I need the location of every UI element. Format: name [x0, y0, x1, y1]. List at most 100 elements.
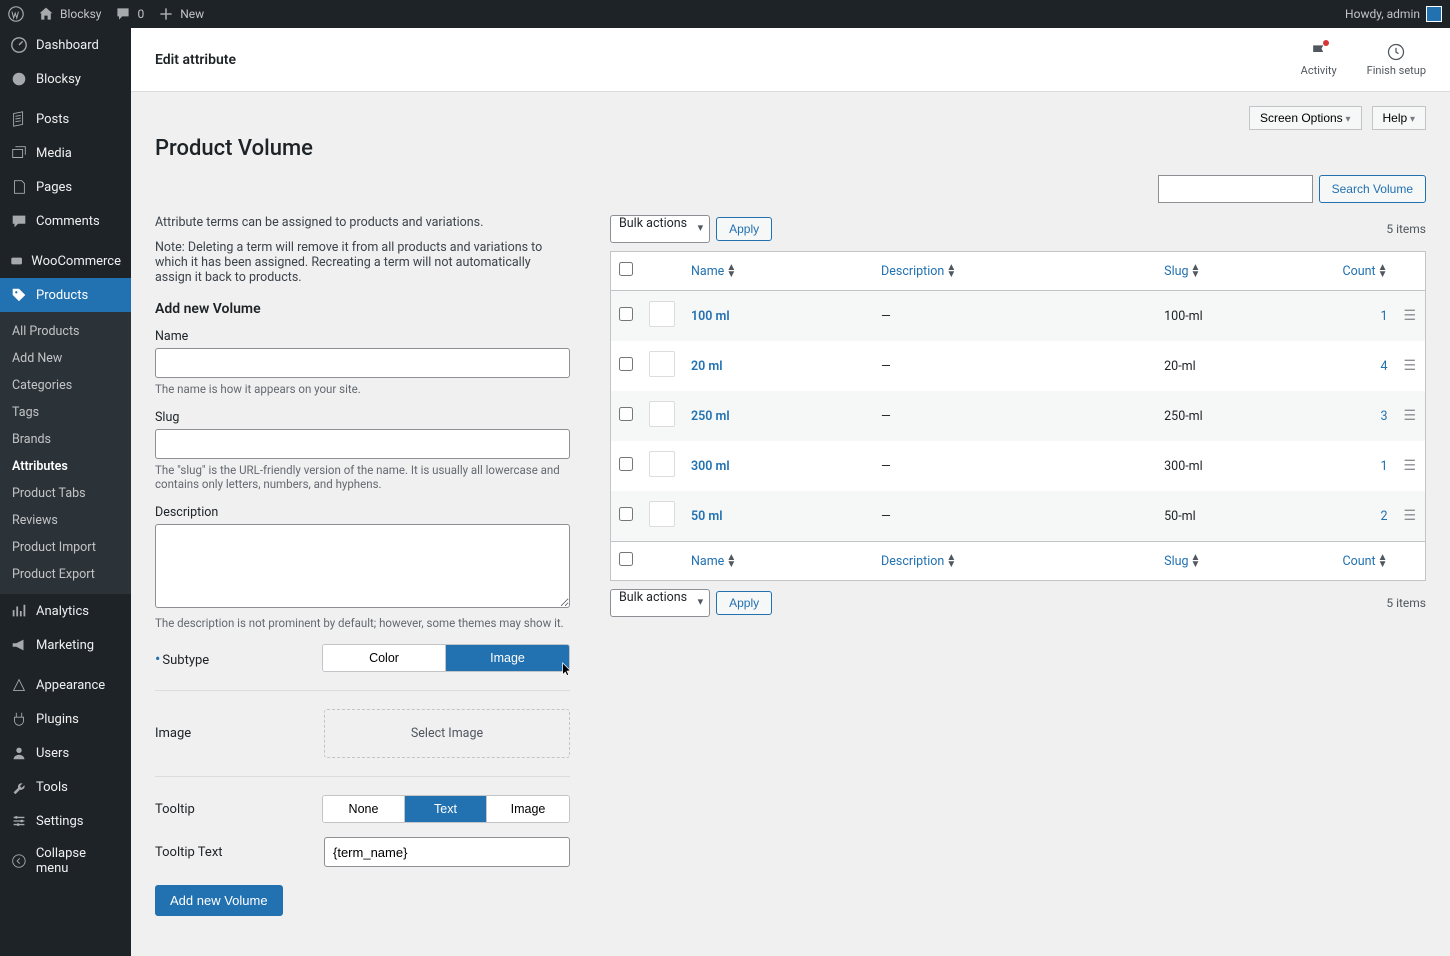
drag-handle-icon[interactable]: ☰ — [1404, 458, 1417, 474]
drag-handle-icon[interactable]: ☰ — [1404, 508, 1417, 524]
apply-button-bottom[interactable]: Apply — [716, 591, 772, 615]
wp-logo[interactable] — [8, 6, 24, 22]
sidebar-marketing[interactable]: Marketing — [0, 628, 131, 662]
term-slug: 250-ml — [1156, 391, 1325, 441]
finish-setup-button[interactable]: Finish setup — [1367, 42, 1426, 77]
sub-reviews[interactable]: Reviews — [0, 507, 131, 534]
name-input[interactable] — [155, 348, 570, 378]
col-count[interactable]: Count — [1342, 264, 1375, 279]
subtype-color-button[interactable]: Color — [323, 645, 446, 671]
sidebar-pages[interactable]: Pages — [0, 170, 131, 204]
tooltip-text-input[interactable] — [324, 837, 570, 867]
sub-all-products[interactable]: All Products — [0, 318, 131, 345]
sidebar-media[interactable]: Media — [0, 136, 131, 170]
sidebar-woocommerce[interactable]: WooCommerce — [0, 244, 131, 278]
sidebar-label: Analytics — [36, 604, 89, 619]
sidebar-appearance[interactable]: Appearance — [0, 668, 131, 702]
apply-button-top[interactable]: Apply — [716, 217, 772, 241]
bulk-actions-select-top[interactable]: Bulk actions — [610, 215, 710, 243]
bulk-actions-select-bottom[interactable]: Bulk actions — [610, 589, 710, 617]
desc-input[interactable] — [155, 524, 570, 608]
col-slug[interactable]: Slug — [1164, 264, 1188, 279]
sidebar-products[interactable]: Products — [0, 278, 131, 312]
term-name-link[interactable]: 20 ml — [691, 359, 723, 374]
term-count-link[interactable]: 3 — [1380, 409, 1387, 424]
select-image-button[interactable]: Select Image — [324, 709, 570, 758]
sub-attributes[interactable]: Attributes — [0, 453, 131, 480]
new-link[interactable]: New — [158, 6, 204, 22]
submit-button[interactable]: Add new Volume — [155, 885, 283, 916]
activity-button[interactable]: Activity — [1301, 42, 1337, 77]
site-name: Blocksy — [60, 7, 101, 21]
sidebar-users[interactable]: Users — [0, 736, 131, 770]
term-count-link[interactable]: 1 — [1380, 459, 1387, 474]
slug-input[interactable] — [155, 429, 570, 459]
search-button[interactable]: Search Volume — [1319, 175, 1426, 203]
tooltip-image-button[interactable]: Image — [487, 796, 569, 822]
tooltip-none-button[interactable]: None — [323, 796, 405, 822]
terms-table: Name▲▼ Description▲▼ Slug▲▼ Count▲▼ 100 … — [610, 251, 1426, 581]
subtype-label: Subtype — [162, 653, 209, 668]
select-all-top[interactable] — [619, 262, 633, 276]
drag-handle-icon[interactable]: ☰ — [1404, 358, 1417, 374]
sidebar-blocksy[interactable]: Blocksy — [0, 62, 131, 96]
topbar-title: Edit attribute — [155, 52, 236, 68]
sort-icon: ▲▼ — [1191, 554, 1201, 568]
intro-text: Attribute terms can be assigned to produ… — [155, 215, 570, 230]
sub-add-new[interactable]: Add New — [0, 345, 131, 372]
items-count-bottom: 5 items — [1386, 596, 1426, 610]
tooltip-text-button[interactable]: Text — [405, 796, 487, 822]
sort-icon: ▲▼ — [946, 554, 956, 568]
term-count-link[interactable]: 4 — [1380, 359, 1387, 374]
screen-options-tab[interactable]: Screen Options — [1249, 106, 1362, 130]
sub-product-tabs[interactable]: Product Tabs — [0, 480, 131, 507]
sidebar-plugins[interactable]: Plugins — [0, 702, 131, 736]
row-checkbox[interactable] — [619, 307, 633, 321]
sidebar-posts[interactable]: Posts — [0, 102, 131, 136]
help-tab[interactable]: Help — [1372, 106, 1427, 130]
subtype-image-button[interactable]: Image — [446, 645, 569, 671]
term-thumbnail — [649, 401, 675, 427]
drag-handle-icon[interactable]: ☰ — [1404, 308, 1417, 324]
finish-label: Finish setup — [1367, 64, 1426, 77]
row-checkbox[interactable] — [619, 457, 633, 471]
sub-import[interactable]: Product Import — [0, 534, 131, 561]
col-name[interactable]: Name — [691, 554, 724, 569]
sub-categories[interactable]: Categories — [0, 372, 131, 399]
sidebar-collapse[interactable]: Collapse menu — [0, 838, 131, 884]
sub-brands[interactable]: Brands — [0, 426, 131, 453]
drag-handle-icon[interactable]: ☰ — [1404, 408, 1417, 424]
sidebar-dashboard[interactable]: Dashboard — [0, 28, 131, 62]
sidebar-settings[interactable]: Settings — [0, 804, 131, 838]
select-all-bottom[interactable] — [619, 552, 633, 566]
term-name-link[interactable]: 50 ml — [691, 509, 723, 524]
col-count[interactable]: Count — [1342, 554, 1375, 569]
row-checkbox[interactable] — [619, 507, 633, 521]
search-input[interactable] — [1158, 175, 1313, 203]
howdy-link[interactable]: Howdy, admin — [1345, 6, 1442, 22]
col-desc[interactable]: Description — [881, 554, 944, 569]
row-checkbox[interactable] — [619, 407, 633, 421]
sidebar-comments[interactable]: Comments — [0, 204, 131, 238]
comments-link[interactable]: 0 — [115, 6, 144, 22]
term-count-link[interactable]: 2 — [1380, 509, 1387, 524]
row-checkbox[interactable] — [619, 357, 633, 371]
sub-tags[interactable]: Tags — [0, 399, 131, 426]
term-name-link[interactable]: 100 ml — [691, 309, 730, 324]
sidebar-tools[interactable]: Tools — [0, 770, 131, 804]
page-title: Product Volume — [155, 136, 1426, 161]
sidebar-analytics[interactable]: Analytics — [0, 594, 131, 628]
term-name-link[interactable]: 300 ml — [691, 459, 730, 474]
sidebar-label: Comments — [36, 214, 100, 229]
col-slug[interactable]: Slug — [1164, 554, 1188, 569]
term-count-link[interactable]: 1 — [1380, 309, 1387, 324]
term-desc: — — [873, 391, 1156, 441]
slug-help: The "slug" is the URL-friendly version o… — [155, 463, 570, 491]
col-desc[interactable]: Description — [881, 264, 944, 279]
col-name[interactable]: Name — [691, 264, 724, 279]
site-link[interactable]: Blocksy — [38, 6, 101, 22]
slug-label: Slug — [155, 410, 570, 425]
sub-export[interactable]: Product Export — [0, 561, 131, 588]
term-name-link[interactable]: 250 ml — [691, 409, 730, 424]
term-thumbnail — [649, 301, 675, 327]
